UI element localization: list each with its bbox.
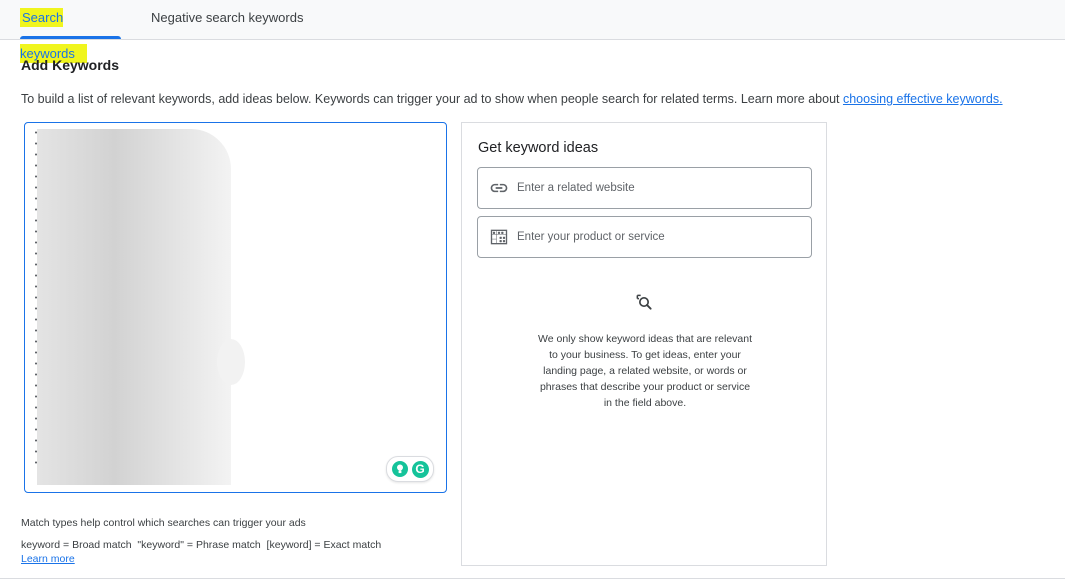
- related-website-field[interactable]: [477, 167, 812, 209]
- related-website-input[interactable]: [515, 181, 811, 195]
- product-service-input[interactable]: [515, 230, 811, 244]
- section-title: Add Keywords: [21, 57, 120, 73]
- grammarly-icon: G: [411, 460, 429, 478]
- match-types-legend: keyword = Broad match "keyword" = Phrase…: [21, 539, 382, 551]
- match-types-help: Match types help control which searches …: [21, 517, 306, 529]
- divider: [0, 578, 1065, 579]
- keyword-ideas-panel: Get keyword ideas We only show keyword i…: [461, 122, 827, 566]
- keyword-ideas-note: We only show keyword ideas that are rele…: [538, 333, 752, 409]
- lightbulb-icon: [391, 461, 408, 477]
- tab-search-keywords[interactable]: Search keywords: [20, 0, 121, 63]
- learn-more-link[interactable]: Learn more: [21, 553, 75, 565]
- search-page-icon: [636, 294, 652, 310]
- tab-bar: Search keywords Negative search keywords: [0, 0, 1065, 63]
- tab-negative-search-keywords[interactable]: Negative search keywords: [151, 0, 303, 39]
- store-icon: [490, 229, 508, 245]
- link-icon: [490, 183, 508, 193]
- keywords-textarea[interactable]: G: [24, 122, 447, 493]
- intro-text: To build a list of relevant keywords, ad…: [21, 92, 1003, 106]
- keyword-ideas-title: Get keyword ideas: [478, 140, 599, 156]
- choosing-effective-keywords-link[interactable]: choosing effective keywords.: [843, 92, 1003, 106]
- active-tab-indicator: [20, 36, 121, 39]
- intro-body: To build a list of relevant keywords, ad…: [21, 92, 843, 106]
- grammarly-widget[interactable]: G: [386, 456, 434, 482]
- redacted-keyword-list: [37, 129, 245, 485]
- product-service-field[interactable]: [477, 216, 812, 258]
